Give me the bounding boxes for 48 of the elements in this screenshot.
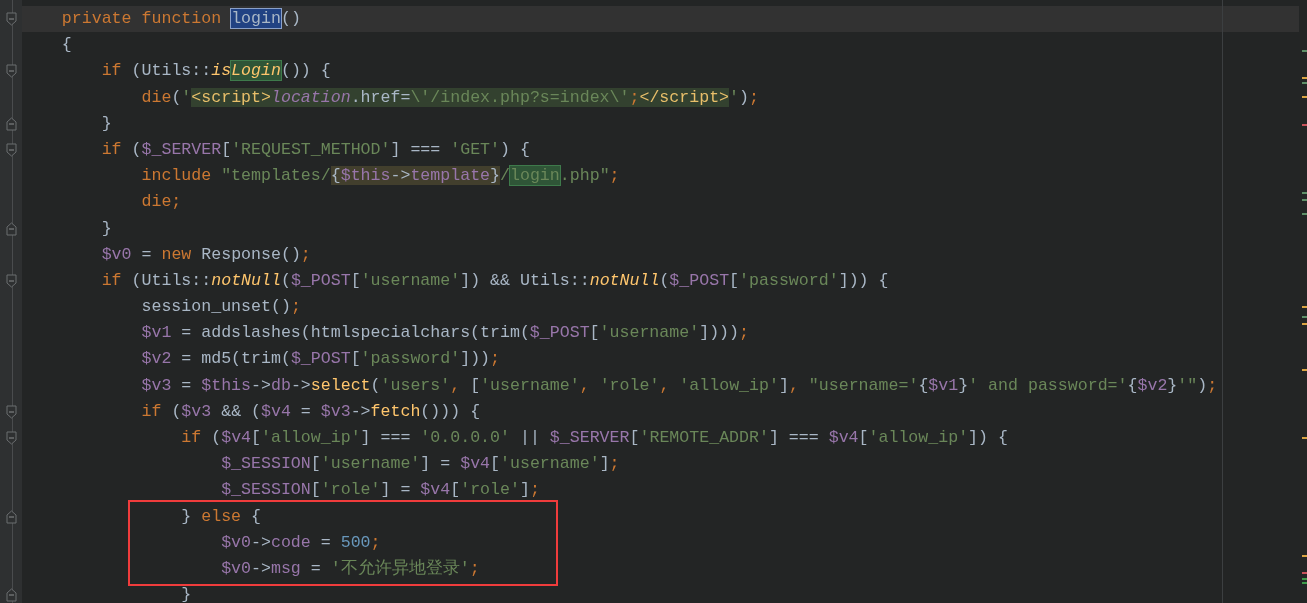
error-stripe-mark[interactable] xyxy=(1302,96,1307,98)
error-stripe-mark[interactable] xyxy=(1302,213,1307,215)
error-stripe-mark[interactable] xyxy=(1302,82,1307,84)
fold-icon[interactable] xyxy=(5,64,17,79)
code-line: { xyxy=(60,34,73,57)
code-line: die; xyxy=(140,191,183,214)
code-line: $v0 = new Response(); xyxy=(100,243,312,266)
fold-icon[interactable] xyxy=(5,509,17,524)
error-stripe-mark[interactable] xyxy=(1302,192,1307,194)
code-line: $v0->code = 500; xyxy=(220,531,382,554)
fold-icon[interactable] xyxy=(5,143,17,158)
error-stripe-mark[interactable] xyxy=(1302,572,1307,574)
code-line: if (Utils::isLogin()) { xyxy=(100,60,332,83)
code-line: if (Utils::notNull($_POST['username']) && Utils::notNull($_POST['password'])) { xyxy=(100,269,890,292)
fold-icon[interactable] xyxy=(5,404,17,419)
error-stripe-mark[interactable] xyxy=(1302,578,1307,580)
fold-icon[interactable] xyxy=(5,221,17,236)
code-line: if ($v4['allow_ip'] === '0.0.0.0' || $_SERVER['REMOTE_ADDR'] === $v4['allow_ip']) { xyxy=(180,427,1009,449)
code-line: } xyxy=(100,217,113,240)
code-line: $v3 = $this->db->select('users', ['username', 'role', 'allow_ip'], "username='{$v1}' and password='{$v2}'"); xyxy=(140,374,1219,397)
error-stripe-mark[interactable] xyxy=(1302,555,1307,557)
code-line: include "templates/{$this->template}/login.php"; xyxy=(140,165,621,188)
code-line: $_SESSION['username'] = $v4['username']; xyxy=(220,453,621,476)
error-stripe-mark[interactable] xyxy=(1302,316,1307,318)
code-line: $v0->msg = '不允许异地登录'; xyxy=(220,557,481,580)
error-stripe-mark[interactable] xyxy=(1302,306,1307,308)
code-line: session_unset(); xyxy=(140,296,302,319)
error-stripe-mark[interactable] xyxy=(1302,124,1307,126)
code-line: if ($_SERVER['REQUEST_METHOD'] === 'GET') { xyxy=(100,138,531,161)
code-line: $v2 = md5(trim($_POST['password'])); xyxy=(140,348,502,371)
fold-icon[interactable] xyxy=(5,12,17,27)
error-stripe-mark[interactable] xyxy=(1302,582,1307,584)
error-stripe-mark[interactable] xyxy=(1302,77,1307,79)
error-stripe-mark[interactable] xyxy=(1302,323,1307,325)
error-stripe-mark[interactable] xyxy=(1302,50,1307,52)
code-line: $_SESSION['role'] = $v4['role']; xyxy=(220,479,541,502)
error-stripe-mark[interactable] xyxy=(1302,437,1307,439)
error-stripe-mark[interactable] xyxy=(1302,369,1307,371)
fold-icon[interactable] xyxy=(5,588,17,603)
code-line: } xyxy=(180,584,193,603)
error-stripe-mark[interactable] xyxy=(1302,199,1307,201)
code-line: } xyxy=(100,112,113,135)
code-line: if ($v3 && ($v4 = $v3->fetch())) { xyxy=(140,400,482,423)
fold-icon[interactable] xyxy=(5,273,17,288)
code-line: $v1 = addslashes(htmlspecialchars(trim($_POST['username']))); xyxy=(140,322,750,345)
fold-icon[interactable] xyxy=(5,431,17,446)
fold-icon[interactable] xyxy=(5,116,17,131)
code-line: } else { xyxy=(180,505,262,528)
